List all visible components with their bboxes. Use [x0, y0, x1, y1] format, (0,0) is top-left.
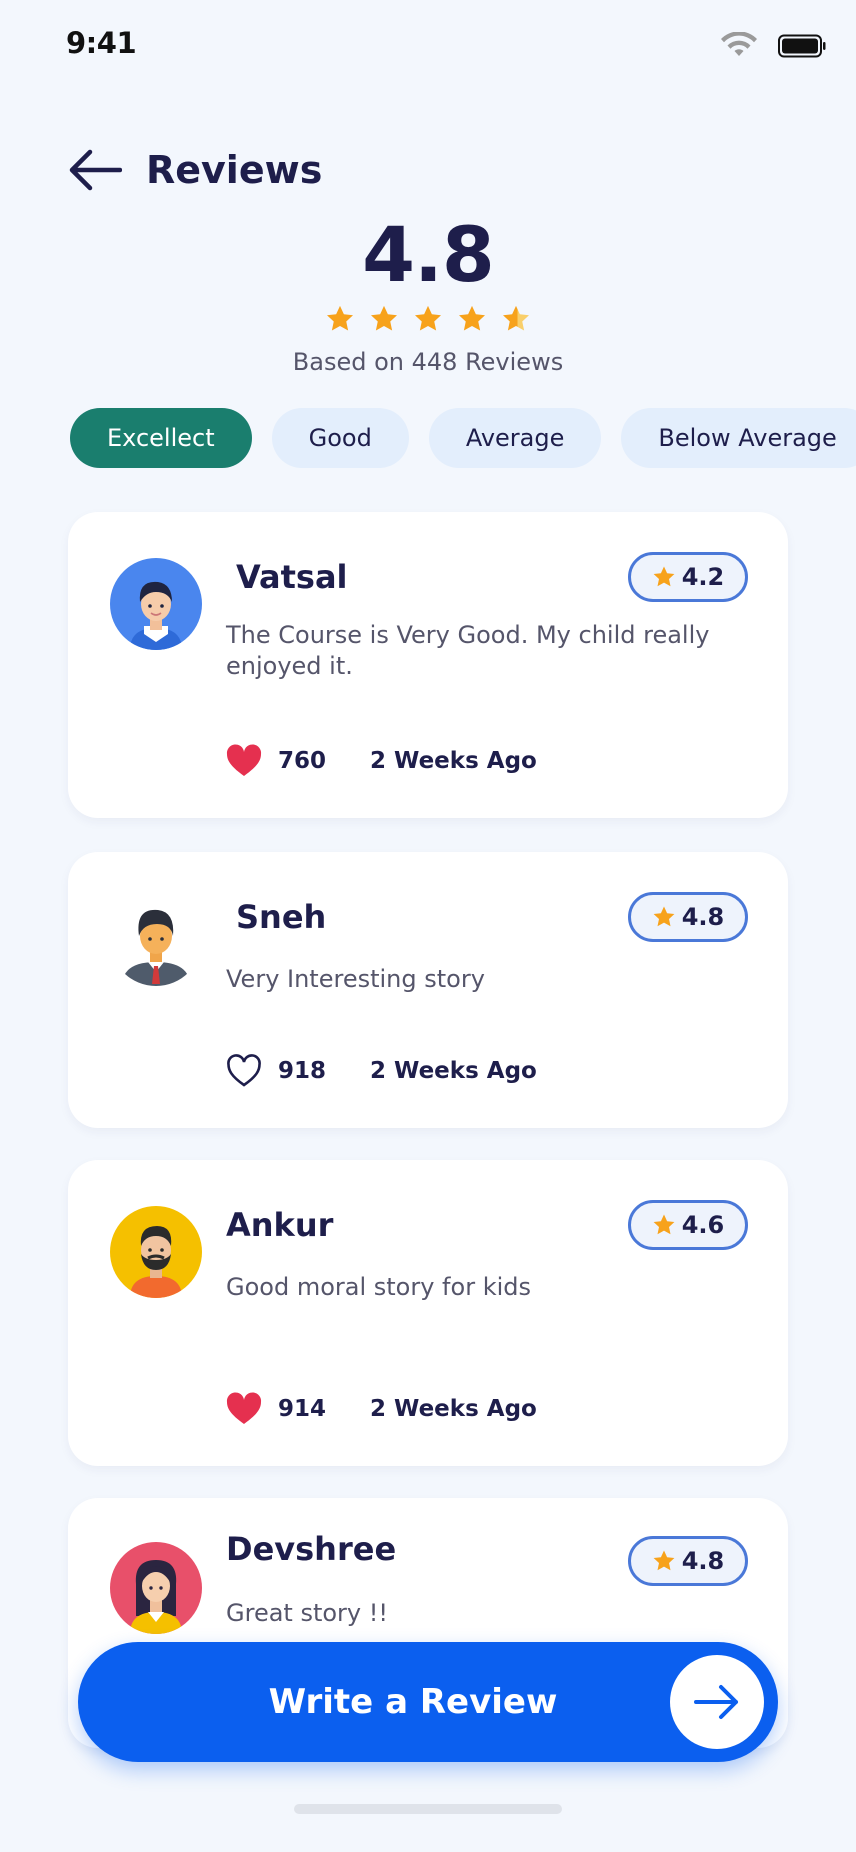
rating-stars [0, 304, 856, 336]
avatar [110, 1206, 202, 1298]
write-review-label: Write a Review [268, 1682, 558, 1722]
write-review-button[interactable]: Write a Review [78, 1642, 778, 1762]
avatar [110, 894, 202, 986]
woman-avatar-icon [130, 1560, 182, 1634]
rating-value: 4.8 [681, 1547, 725, 1575]
rating-badge: 4.8 [628, 892, 748, 942]
review-text: Very Interesting story [226, 965, 485, 993]
filter-chips: Excellect Good Average Below Average [70, 408, 856, 468]
review-card: Sneh 4.8 Very Interesting story 918 2 We… [68, 852, 788, 1128]
wifi-icon [721, 32, 757, 56]
reviewer-name: Devshree [226, 1530, 397, 1568]
review-text: The Course is Very Good. My child really… [226, 621, 710, 680]
heart-filled-icon[interactable] [226, 744, 262, 778]
like-count: 914 [278, 1396, 327, 1422]
reviewer-name: Vatsal [236, 558, 348, 596]
header: Reviews [66, 140, 322, 200]
star-icon [327, 305, 353, 331]
review-time: 2 Weeks Ago [370, 748, 537, 774]
filter-chip-good[interactable]: Good [271, 408, 409, 468]
like-count: 760 [278, 748, 327, 774]
back-button[interactable] [66, 140, 126, 200]
star-icon [371, 305, 397, 331]
rating-badge: 4.8 [628, 1536, 748, 1586]
review-time: 2 Weeks Ago [370, 1058, 537, 1084]
filter-chip-average[interactable]: Average [428, 408, 602, 468]
star-icon [653, 1550, 675, 1571]
rating-summary: 4.8 Based on 448 Reviews [0, 210, 856, 376]
avatar [110, 1542, 202, 1634]
avatar [110, 558, 202, 650]
boy-avatar-icon [130, 581, 182, 650]
star-icon [459, 305, 485, 331]
status-time: 9:41 [66, 26, 137, 60]
filter-chip-below-average[interactable]: Below Average [621, 408, 856, 468]
page-title: Reviews [146, 148, 323, 192]
rating-badge: 4.2 [628, 552, 748, 602]
cta-arrow-circle [670, 1655, 764, 1749]
star-icon [653, 566, 675, 587]
star-half-icon [503, 305, 529, 331]
rating-badge: 4.6 [628, 1200, 748, 1250]
star-icon [415, 305, 441, 331]
review-time: 2 Weeks Ago [370, 1396, 537, 1422]
heart-outline-icon[interactable] [226, 1054, 262, 1088]
review-count: Based on 448 Reviews [292, 348, 564, 376]
bearded-man-avatar-icon [130, 1226, 182, 1298]
reviewer-name: Ankur [226, 1206, 334, 1244]
home-indicator [294, 1804, 562, 1814]
businessman-avatar-icon [122, 909, 190, 986]
rating-value: 4.6 [681, 1211, 725, 1239]
heart-filled-icon[interactable] [226, 1392, 262, 1426]
star-icon [653, 1214, 675, 1235]
review-card: Ankur 4.6 Good moral story for kids 914 … [68, 1160, 788, 1466]
star-icon [653, 906, 675, 927]
review-text: Good moral story for kids [226, 1273, 531, 1301]
rating-value: 4.2 [681, 563, 725, 591]
review-meta: 914 2 Weeks Ago [226, 1392, 537, 1426]
like-count: 918 [278, 1058, 327, 1084]
review-meta: 760 2 Weeks Ago [226, 744, 537, 778]
reviewer-name: Sneh [236, 898, 327, 936]
review-text: Great story !! [226, 1599, 388, 1627]
review-meta: 918 2 Weeks Ago [226, 1054, 537, 1088]
arrow-right-icon [694, 1685, 738, 1719]
average-rating: 4.8 [362, 210, 495, 299]
review-card: Vatsal 4.2 The Course is Very Good. My c… [68, 512, 788, 818]
filter-chip-excellent[interactable]: Excellect [70, 408, 252, 468]
rating-value: 4.8 [681, 903, 725, 931]
arrow-left-icon [69, 149, 122, 191]
status-bar: 9:41 [0, 0, 856, 90]
battery-icon [778, 34, 826, 58]
